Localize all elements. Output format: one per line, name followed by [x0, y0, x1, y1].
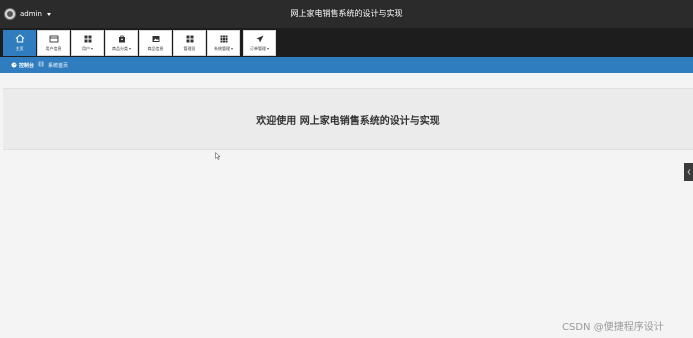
nav-label: 系统管理	[214, 46, 233, 52]
mouse-cursor-icon	[215, 145, 221, 164]
bag-icon	[117, 35, 127, 43]
breadcrumb-separator-icon	[38, 61, 44, 69]
watermark: CSDN @便捷程序设计	[562, 322, 664, 333]
nav-label: 订单管理	[250, 46, 269, 52]
nav-item-product-category[interactable]: 商品分类	[105, 30, 138, 56]
image-icon	[151, 35, 161, 43]
app-title: 网上家电销售系统的设计与实现	[290, 9, 403, 18]
nav-item-admins[interactable]: 管理员	[173, 30, 206, 56]
main-nav: 主页 用户信息 用户 商品分类 商品信息 管理员 系统管理 订单管理	[0, 28, 693, 57]
chevron-down-icon	[129, 47, 131, 50]
nav-label: 主页	[15, 45, 24, 51]
grid-icon	[83, 35, 93, 43]
dashboard-icon	[11, 62, 17, 68]
id-card-icon	[49, 35, 59, 43]
nav-item-system-management[interactable]: 系统管理	[207, 30, 240, 56]
nav-item-user-info[interactable]: 用户信息	[37, 30, 70, 56]
send-icon	[255, 35, 265, 43]
grid-icon	[185, 35, 195, 43]
side-panel-toggle[interactable]	[684, 163, 693, 181]
nav-label: 管理员	[183, 45, 196, 51]
nav-item-users[interactable]: 用户	[71, 30, 104, 56]
nav-item-order-management[interactable]: 订单管理	[243, 30, 276, 56]
top-bar: admin 网上家电销售系统的设计与实现	[0, 0, 693, 28]
breadcrumb-current[interactable]: 系统首页	[48, 62, 68, 69]
nav-item-home[interactable]: 主页	[3, 30, 36, 56]
nav-label: 用户	[82, 46, 93, 52]
welcome-message: 欢迎使用 网上家电销售系统的设计与实现	[256, 115, 440, 127]
breadcrumb: 控制台 系统首页	[0, 57, 693, 73]
breadcrumb-home-label: 控制台	[19, 62, 35, 69]
chevron-down-icon	[91, 47, 93, 50]
chevron-left-icon	[686, 169, 690, 175]
nav-label: 用户信息	[45, 45, 62, 51]
nav-item-product-info[interactable]: 商品信息	[139, 30, 172, 56]
nav-label: 商品分类	[112, 46, 131, 52]
chevron-down-icon	[267, 47, 269, 50]
breadcrumb-home[interactable]: 控制台	[0, 62, 34, 69]
welcome-panel: 欢迎使用 网上家电销售系统的设计与实现	[3, 88, 693, 150]
chevron-down-icon	[231, 47, 233, 50]
nav-label: 商品信息	[147, 45, 164, 51]
home-icon	[15, 34, 25, 43]
table-icon	[219, 35, 229, 43]
